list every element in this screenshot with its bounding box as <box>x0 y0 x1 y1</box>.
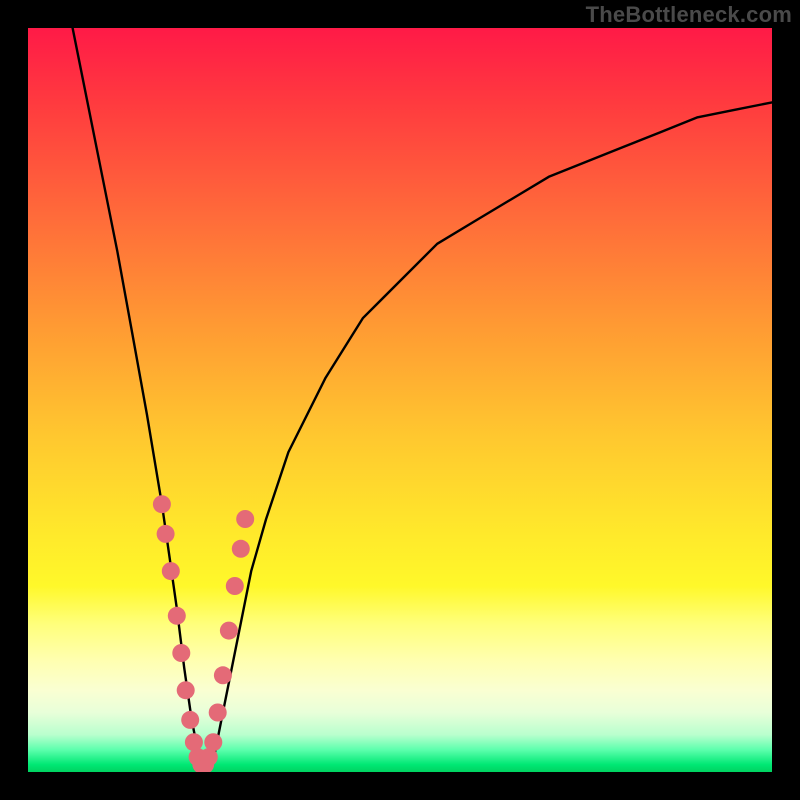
sample-dot <box>214 666 232 684</box>
sample-dot <box>177 681 195 699</box>
sample-dot <box>168 607 186 625</box>
chart-frame: TheBottleneck.com <box>0 0 800 800</box>
sample-dot <box>209 704 227 722</box>
sample-dot <box>181 711 199 729</box>
sample-dot <box>236 510 254 528</box>
sample-dot <box>226 577 244 595</box>
sample-dot <box>172 644 190 662</box>
sample-dot <box>204 733 222 751</box>
plot-area <box>28 28 772 772</box>
sample-dot <box>153 495 171 513</box>
sample-dot <box>157 525 175 543</box>
watermark-text: TheBottleneck.com <box>586 2 792 28</box>
sample-dot <box>232 540 250 558</box>
curve-layer <box>28 28 772 772</box>
sample-dot <box>162 562 180 580</box>
sample-dot <box>220 622 238 640</box>
